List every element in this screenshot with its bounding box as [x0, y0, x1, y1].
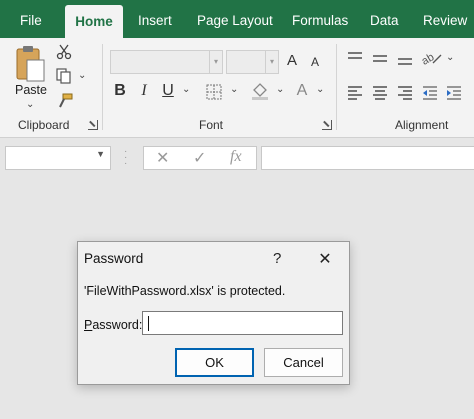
cancel-formula-icon[interactable]: ✕: [156, 148, 169, 168]
increase-indent-icon: [447, 86, 461, 100]
copy-button[interactable]: ⌄: [56, 68, 86, 87]
fill-color-button[interactable]: [251, 82, 271, 103]
svg-text:ab: ab: [421, 51, 436, 66]
tab-home[interactable]: Home: [65, 5, 123, 38]
italic-button[interactable]: I: [134, 82, 154, 100]
clipboard-group-label: Clipboard: [18, 118, 70, 132]
align-middle-button[interactable]: [373, 52, 389, 66]
align-line: [403, 98, 412, 100]
text-orientation-icon: ab: [420, 51, 442, 68]
paste-label: Paste: [15, 83, 47, 97]
tab-review[interactable]: Review: [423, 0, 467, 38]
align-line: [348, 57, 362, 59]
chevron-down-icon[interactable]: ⌄: [182, 84, 190, 95]
password-label: Password:: [84, 318, 142, 332]
drag-handle-icon[interactable]: · · ·: [124, 147, 127, 169]
borders-icon: [206, 84, 222, 100]
decrease-indent-button[interactable]: [422, 86, 438, 103]
group-divider: [336, 44, 337, 130]
chevron-down-icon: ▾: [209, 51, 222, 73]
clipboard-launcher-icon[interactable]: [88, 120, 98, 130]
ok-button[interactable]: OK: [175, 348, 254, 377]
align-line: [398, 94, 412, 96]
group-divider: [102, 44, 103, 130]
tab-file[interactable]: File: [20, 0, 42, 38]
font-size-select[interactable]: ▾: [226, 50, 279, 74]
font-name-select[interactable]: ▾: [110, 50, 223, 74]
underline-button[interactable]: U: [158, 82, 178, 100]
enter-formula-icon[interactable]: ✓: [193, 148, 206, 168]
password-field[interactable]: [143, 312, 342, 334]
shrink-font-button[interactable]: A: [305, 55, 325, 69]
align-top-button[interactable]: [348, 52, 364, 66]
font-group-label: Font: [199, 118, 224, 132]
chevron-down-icon[interactable]: ⌄: [316, 84, 324, 95]
scissors-icon: [56, 44, 72, 60]
password-dialog: Password ? ✕ 'FileWithPassword.xlsx' is …: [77, 241, 350, 385]
chevron-down-icon: ⌄: [26, 99, 35, 110]
align-line: [348, 52, 362, 54]
align-line: [373, 86, 387, 88]
align-line: [348, 90, 357, 92]
cancel-button[interactable]: Cancel: [264, 348, 343, 377]
font-color-button[interactable]: A: [292, 82, 312, 100]
chevron-down-icon[interactable]: ⌄: [276, 84, 284, 95]
tab-insert[interactable]: Insert: [138, 0, 172, 38]
align-bottom-button[interactable]: [398, 52, 414, 66]
alignment-group-label: Alignment: [395, 118, 449, 132]
format-painter-button[interactable]: [57, 93, 73, 112]
formula-bar: ▼ · · · ✕ ✓ fx: [0, 138, 474, 178]
ribbon: Paste ⌄ ⌄ Clipboard ▾ ▾ A A B I U ⌄ ⌄ ⌄ …: [0, 38, 474, 138]
chevron-down-icon[interactable]: ⌄: [230, 84, 238, 95]
cut-button[interactable]: [56, 44, 72, 63]
chevron-down-icon: ▾: [265, 51, 278, 73]
tab-formulas[interactable]: Formulas: [292, 0, 348, 38]
font-launcher-icon[interactable]: [322, 120, 332, 130]
align-center-button[interactable]: [373, 86, 389, 100]
ribbon-tab-bar: File Home Insert Page Layout Formulas Da…: [0, 0, 474, 38]
help-icon[interactable]: ?: [273, 250, 281, 267]
align-line: [398, 58, 412, 60]
close-icon[interactable]: ✕: [314, 249, 336, 269]
format-painter-icon: [59, 93, 73, 108]
align-line: [373, 55, 387, 57]
text-caret: [148, 316, 149, 331]
tab-page-layout[interactable]: Page Layout: [197, 0, 273, 38]
chevron-down-icon[interactable]: ⌄: [446, 52, 454, 63]
align-line: [375, 98, 385, 100]
orientation-button[interactable]: ab: [420, 50, 443, 69]
formula-buttons: ✕ ✓ fx: [143, 146, 257, 170]
copy-icon: [56, 68, 71, 84]
dialog-title: Password: [84, 251, 144, 266]
align-right-button[interactable]: [398, 86, 414, 100]
paint-bucket-icon: [252, 83, 268, 100]
align-line: [373, 94, 387, 96]
chevron-down-icon[interactable]: ▼: [96, 149, 105, 159]
name-box[interactable]: ▼: [5, 146, 111, 170]
paste-icon: [16, 46, 45, 82]
tab-data[interactable]: Data: [370, 0, 399, 38]
align-line: [375, 90, 385, 92]
align-line: [403, 90, 412, 92]
grow-font-button[interactable]: A: [282, 52, 302, 69]
chevron-down-icon: ⌄: [78, 70, 87, 81]
increase-indent-button[interactable]: [446, 86, 462, 103]
align-line: [348, 98, 357, 100]
password-field-box: [142, 311, 343, 335]
align-line: [398, 63, 412, 65]
formula-input[interactable]: [261, 146, 474, 170]
borders-button[interactable]: [206, 84, 222, 103]
align-line: [348, 94, 362, 96]
align-left-button[interactable]: [348, 86, 364, 100]
insert-function-button[interactable]: fx: [230, 148, 242, 166]
decrease-indent-icon: [423, 86, 437, 100]
align-line: [373, 60, 387, 62]
paste-button[interactable]: Paste ⌄: [12, 44, 52, 110]
align-line: [348, 86, 362, 88]
align-line: [398, 86, 412, 88]
protected-message: 'FileWithPassword.xlsx' is protected.: [84, 284, 286, 298]
password-label-rest: assword:: [92, 318, 143, 332]
bold-button[interactable]: B: [110, 82, 130, 100]
